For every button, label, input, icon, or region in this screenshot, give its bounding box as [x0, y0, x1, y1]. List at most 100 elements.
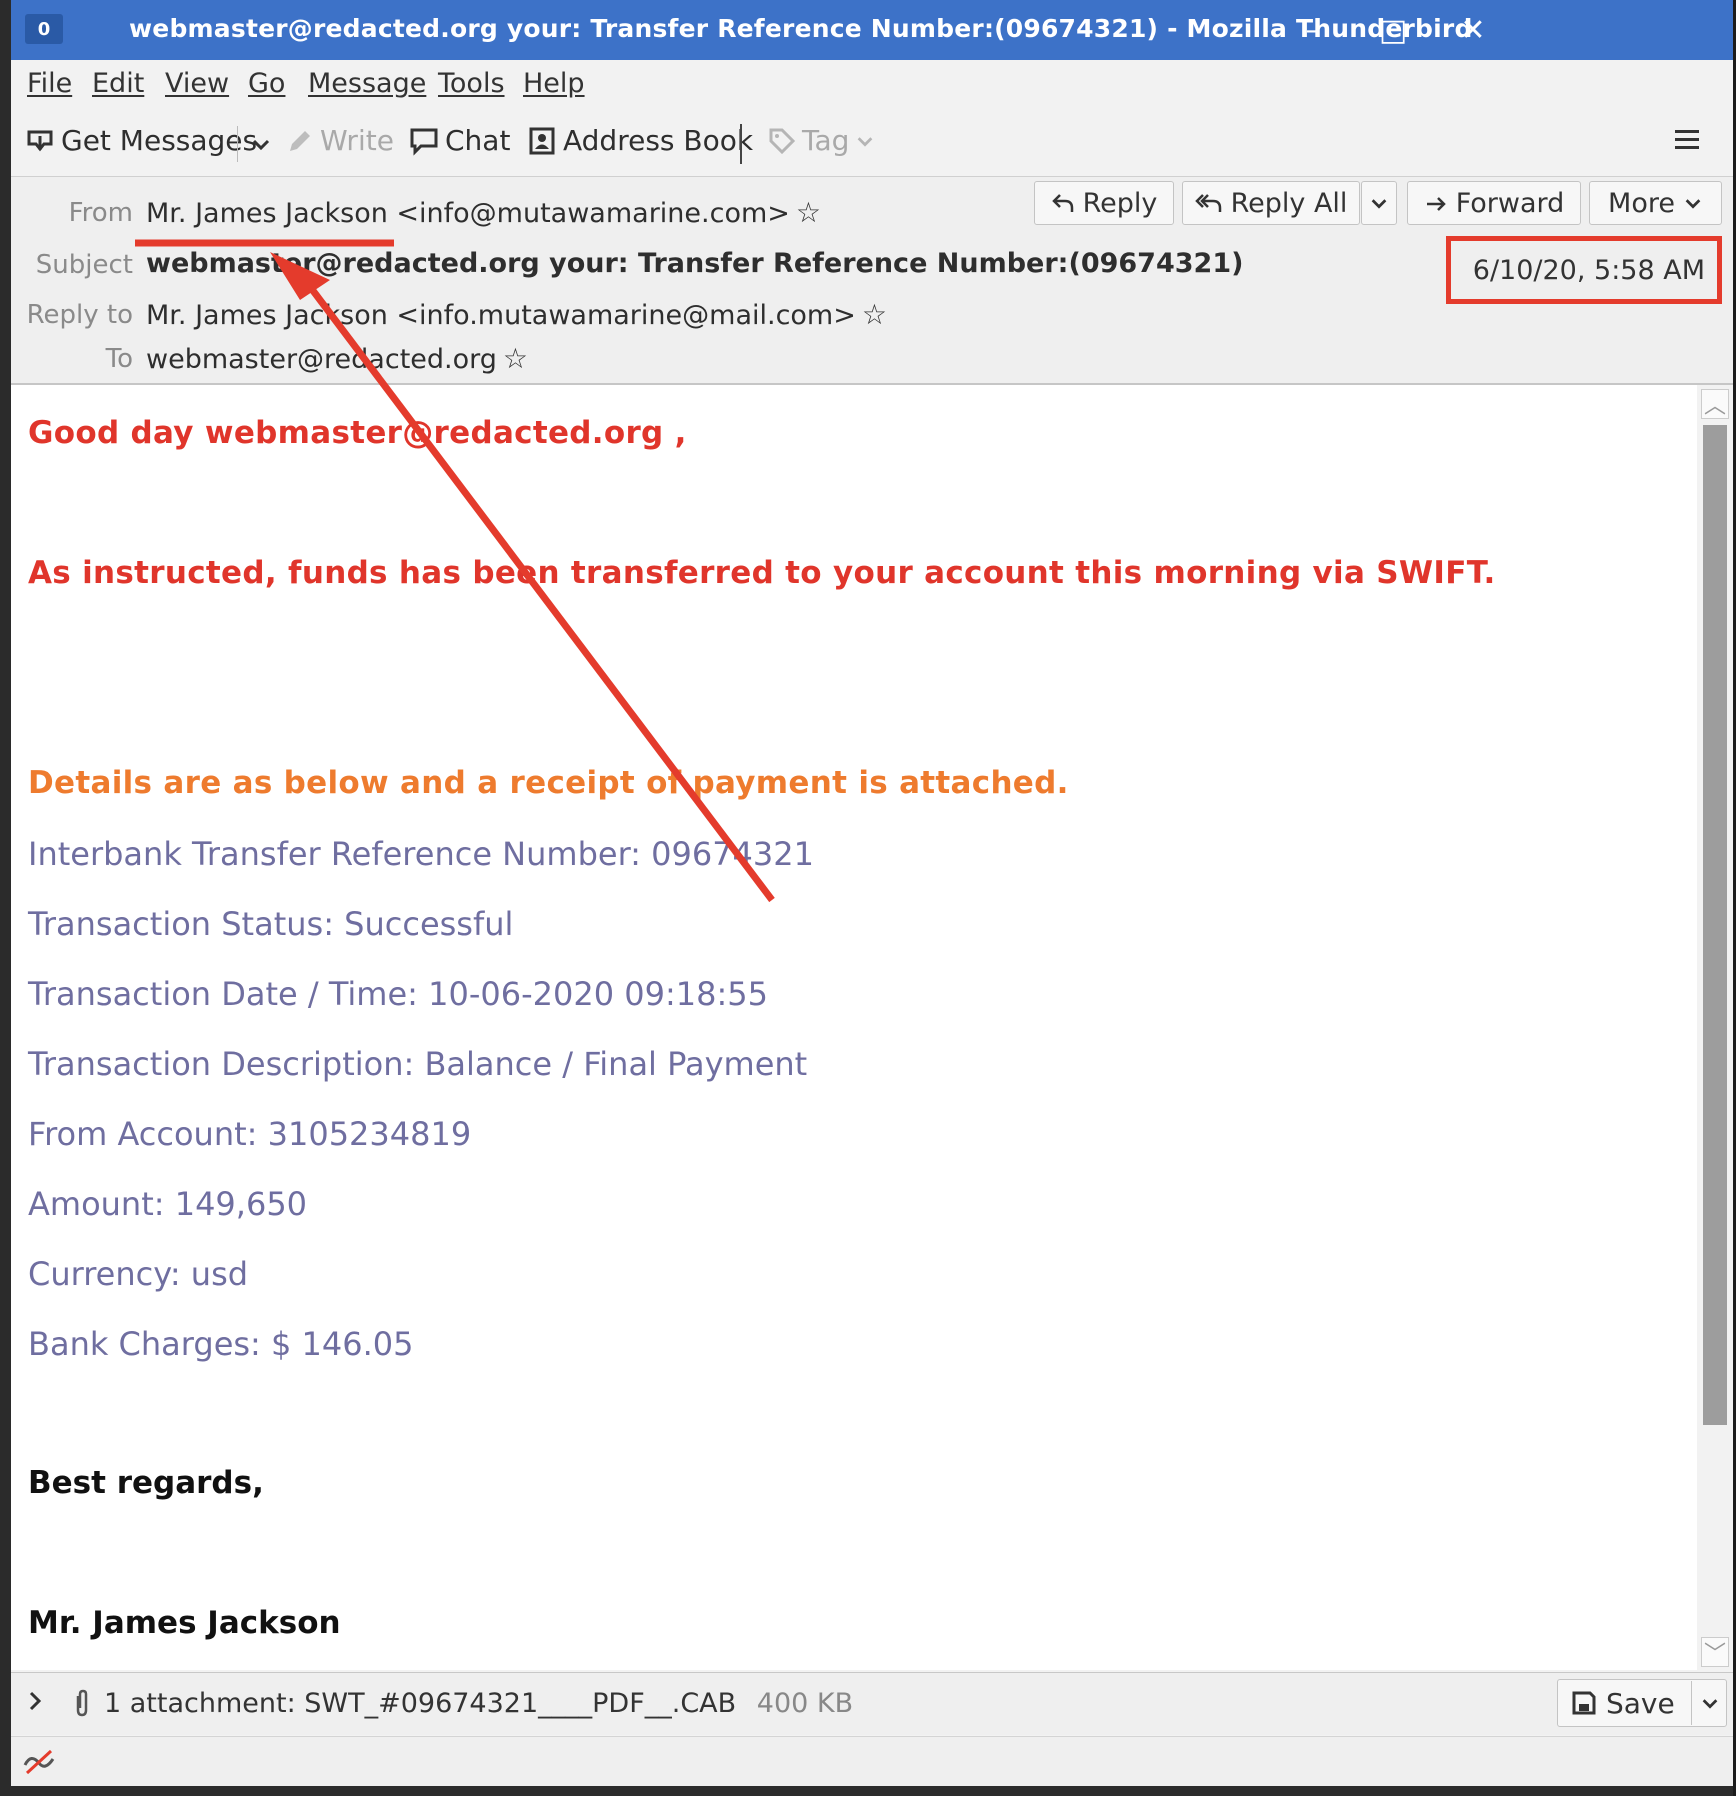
chat-icon	[410, 128, 438, 156]
save-icon	[1572, 1691, 1596, 1715]
reply-all-icon	[1194, 194, 1221, 212]
more-label: More	[1608, 187, 1675, 219]
offline-status-icon[interactable]	[21, 1747, 57, 1777]
get-messages-button[interactable]: Get Messages	[25, 124, 257, 157]
to-label: To	[105, 344, 133, 374]
chevron-down-icon: ﹀	[1703, 1642, 1726, 1667]
chevron-down-icon	[252, 139, 270, 151]
app-badge-count: 0	[37, 18, 51, 40]
download-icon	[27, 130, 53, 151]
signature: Mr. James Jackson	[28, 1605, 341, 1641]
address-book-button[interactable]: Address Book	[527, 124, 753, 157]
address-book-label: Address Book	[563, 124, 754, 157]
save-divider	[1690, 1681, 1692, 1725]
body-scrollbar[interactable]: ︿ ﹀	[1697, 385, 1733, 1670]
maximize-icon: □	[1378, 12, 1408, 48]
menu-edit[interactable]: Edit	[92, 68, 144, 99]
attachment-name[interactable]: 1 attachment: SWT_#09674321____PDF__.CAB	[104, 1688, 736, 1719]
detail-reference: Interbank Transfer Reference Number: 096…	[28, 835, 814, 873]
detail-from-account: From Account: 3105234819	[28, 1115, 472, 1153]
chat-button[interactable]: Chat	[409, 124, 510, 157]
maximize-button[interactable]: □	[1371, 8, 1415, 52]
message-body: Good day webmaster@redacted.org , As ins…	[11, 385, 1697, 1670]
menu-file[interactable]: File	[27, 68, 72, 99]
body-line-details: Details are as below and a receipt of pa…	[28, 765, 1069, 801]
subject-label: Subject	[35, 250, 133, 280]
chevron-up-icon: ︿	[1703, 394, 1726, 419]
subject-value: webmaster@redacted.org your: Transfer Re…	[146, 248, 1244, 279]
tag-button[interactable]: Tag	[768, 124, 875, 157]
to-address[interactable]: webmaster@redacted.org	[146, 344, 497, 375]
chevron-down-icon	[1371, 199, 1387, 209]
reply-all-button[interactable]: Reply All	[1182, 181, 1360, 225]
get-messages-label: Get Messages	[61, 124, 258, 157]
attachment-summary[interactable]: 1 attachment: SWT_#09674321____PDF__.CAB…	[104, 1688, 853, 1719]
tag-label: Tag	[802, 124, 850, 157]
forward-icon	[1426, 197, 1446, 211]
chat-label: Chat	[445, 124, 511, 157]
menu-view[interactable]: View	[165, 68, 229, 99]
more-button[interactable]: More	[1589, 181, 1722, 225]
address-book-icon	[529, 127, 555, 154]
forward-label: Forward	[1455, 187, 1565, 219]
chevron-right-icon	[29, 1691, 42, 1711]
menu-message[interactable]: Message	[308, 68, 426, 99]
scroll-thumb[interactable]	[1703, 425, 1727, 1425]
detail-status: Transaction Status: Successful	[28, 905, 514, 943]
dropdown-divider	[237, 126, 238, 162]
close-button[interactable]: ✕	[1451, 8, 1495, 52]
reply-all-label: Reply All	[1230, 187, 1348, 219]
attachment-size: 400 KB	[756, 1688, 854, 1719]
reply-all-dropdown[interactable]	[1361, 181, 1397, 225]
minimize-button[interactable]: –	[1291, 8, 1335, 52]
minimize-icon: –	[1305, 12, 1321, 48]
app-icon: 0	[25, 14, 63, 44]
from-label: From	[68, 198, 133, 228]
menu-tools[interactable]: Tools	[438, 68, 505, 99]
detail-date-time: Transaction Date / Time: 10-06-2020 09:1…	[28, 975, 768, 1013]
greeting: Good day webmaster@redacted.org ,	[28, 415, 687, 451]
star-icon[interactable]: ☆	[503, 342, 528, 375]
chevron-down-icon[interactable]	[1700, 1693, 1720, 1713]
reply-to-value[interactable]: Mr. James Jackson <info.mutawamarine@mai…	[146, 298, 887, 331]
detail-currency: Currency: usd	[28, 1255, 249, 1293]
chevron-down-icon	[858, 136, 873, 147]
message-date: 6/10/20, 5:58 AM	[1446, 236, 1722, 304]
thunderbird-window: 0 webmaster@redacted.org your: Transfer …	[11, 0, 1733, 1786]
reply-label: Reply	[1082, 187, 1158, 219]
toolbar-separator	[740, 124, 742, 164]
reply-button[interactable]: Reply	[1034, 181, 1174, 225]
to-value[interactable]: webmaster@redacted.org ☆	[146, 342, 528, 375]
detail-description: Transaction Description: Balance / Final…	[28, 1045, 808, 1083]
menu-go[interactable]: Go	[248, 68, 285, 99]
get-messages-dropdown[interactable]	[237, 126, 272, 162]
reply-icon	[1051, 194, 1073, 212]
detail-amount: Amount: 149,650	[28, 1185, 308, 1223]
scroll-down-button[interactable]: ﹀	[1701, 1637, 1729, 1667]
scroll-up-button[interactable]: ︿	[1701, 389, 1729, 419]
save-attachment-button[interactable]: Save	[1557, 1679, 1727, 1727]
forward-button[interactable]: Forward	[1407, 181, 1581, 225]
chevron-down-icon	[1685, 199, 1701, 209]
date-text: 6/10/20, 5:58 AM	[1472, 254, 1705, 286]
star-icon[interactable]: ☆	[796, 196, 821, 229]
save-label: Save	[1606, 1686, 1675, 1720]
expand-attachments-toggle[interactable]	[25, 1688, 45, 1719]
detail-bank-charges: Bank Charges: $ 146.05	[28, 1325, 414, 1363]
window-title: webmaster@redacted.org your: Transfer Re…	[129, 14, 1473, 43]
write-button[interactable]: Write	[286, 124, 394, 157]
pencil-icon	[290, 130, 310, 151]
close-icon: ✕	[1460, 12, 1486, 48]
from-address[interactable]: Mr. James Jackson <info@mutawamarine.com…	[146, 198, 790, 229]
paperclip-icon	[71, 1688, 93, 1725]
menu-help[interactable]: Help	[523, 68, 585, 99]
write-label: Write	[320, 124, 394, 157]
reply-to-address[interactable]: Mr. James Jackson <info.mutawamarine@mai…	[146, 300, 856, 331]
title-bar: 0 webmaster@redacted.org your: Transfer …	[11, 0, 1733, 60]
hamburger-icon	[1675, 130, 1699, 149]
tag-icon	[769, 128, 796, 154]
star-icon[interactable]: ☆	[862, 298, 887, 331]
app-menu-button[interactable]	[1673, 126, 1701, 154]
body-line-transfer: As instructed, funds has been transferre…	[28, 555, 1496, 591]
from-value[interactable]: Mr. James Jackson <info@mutawamarine.com…	[146, 196, 821, 229]
